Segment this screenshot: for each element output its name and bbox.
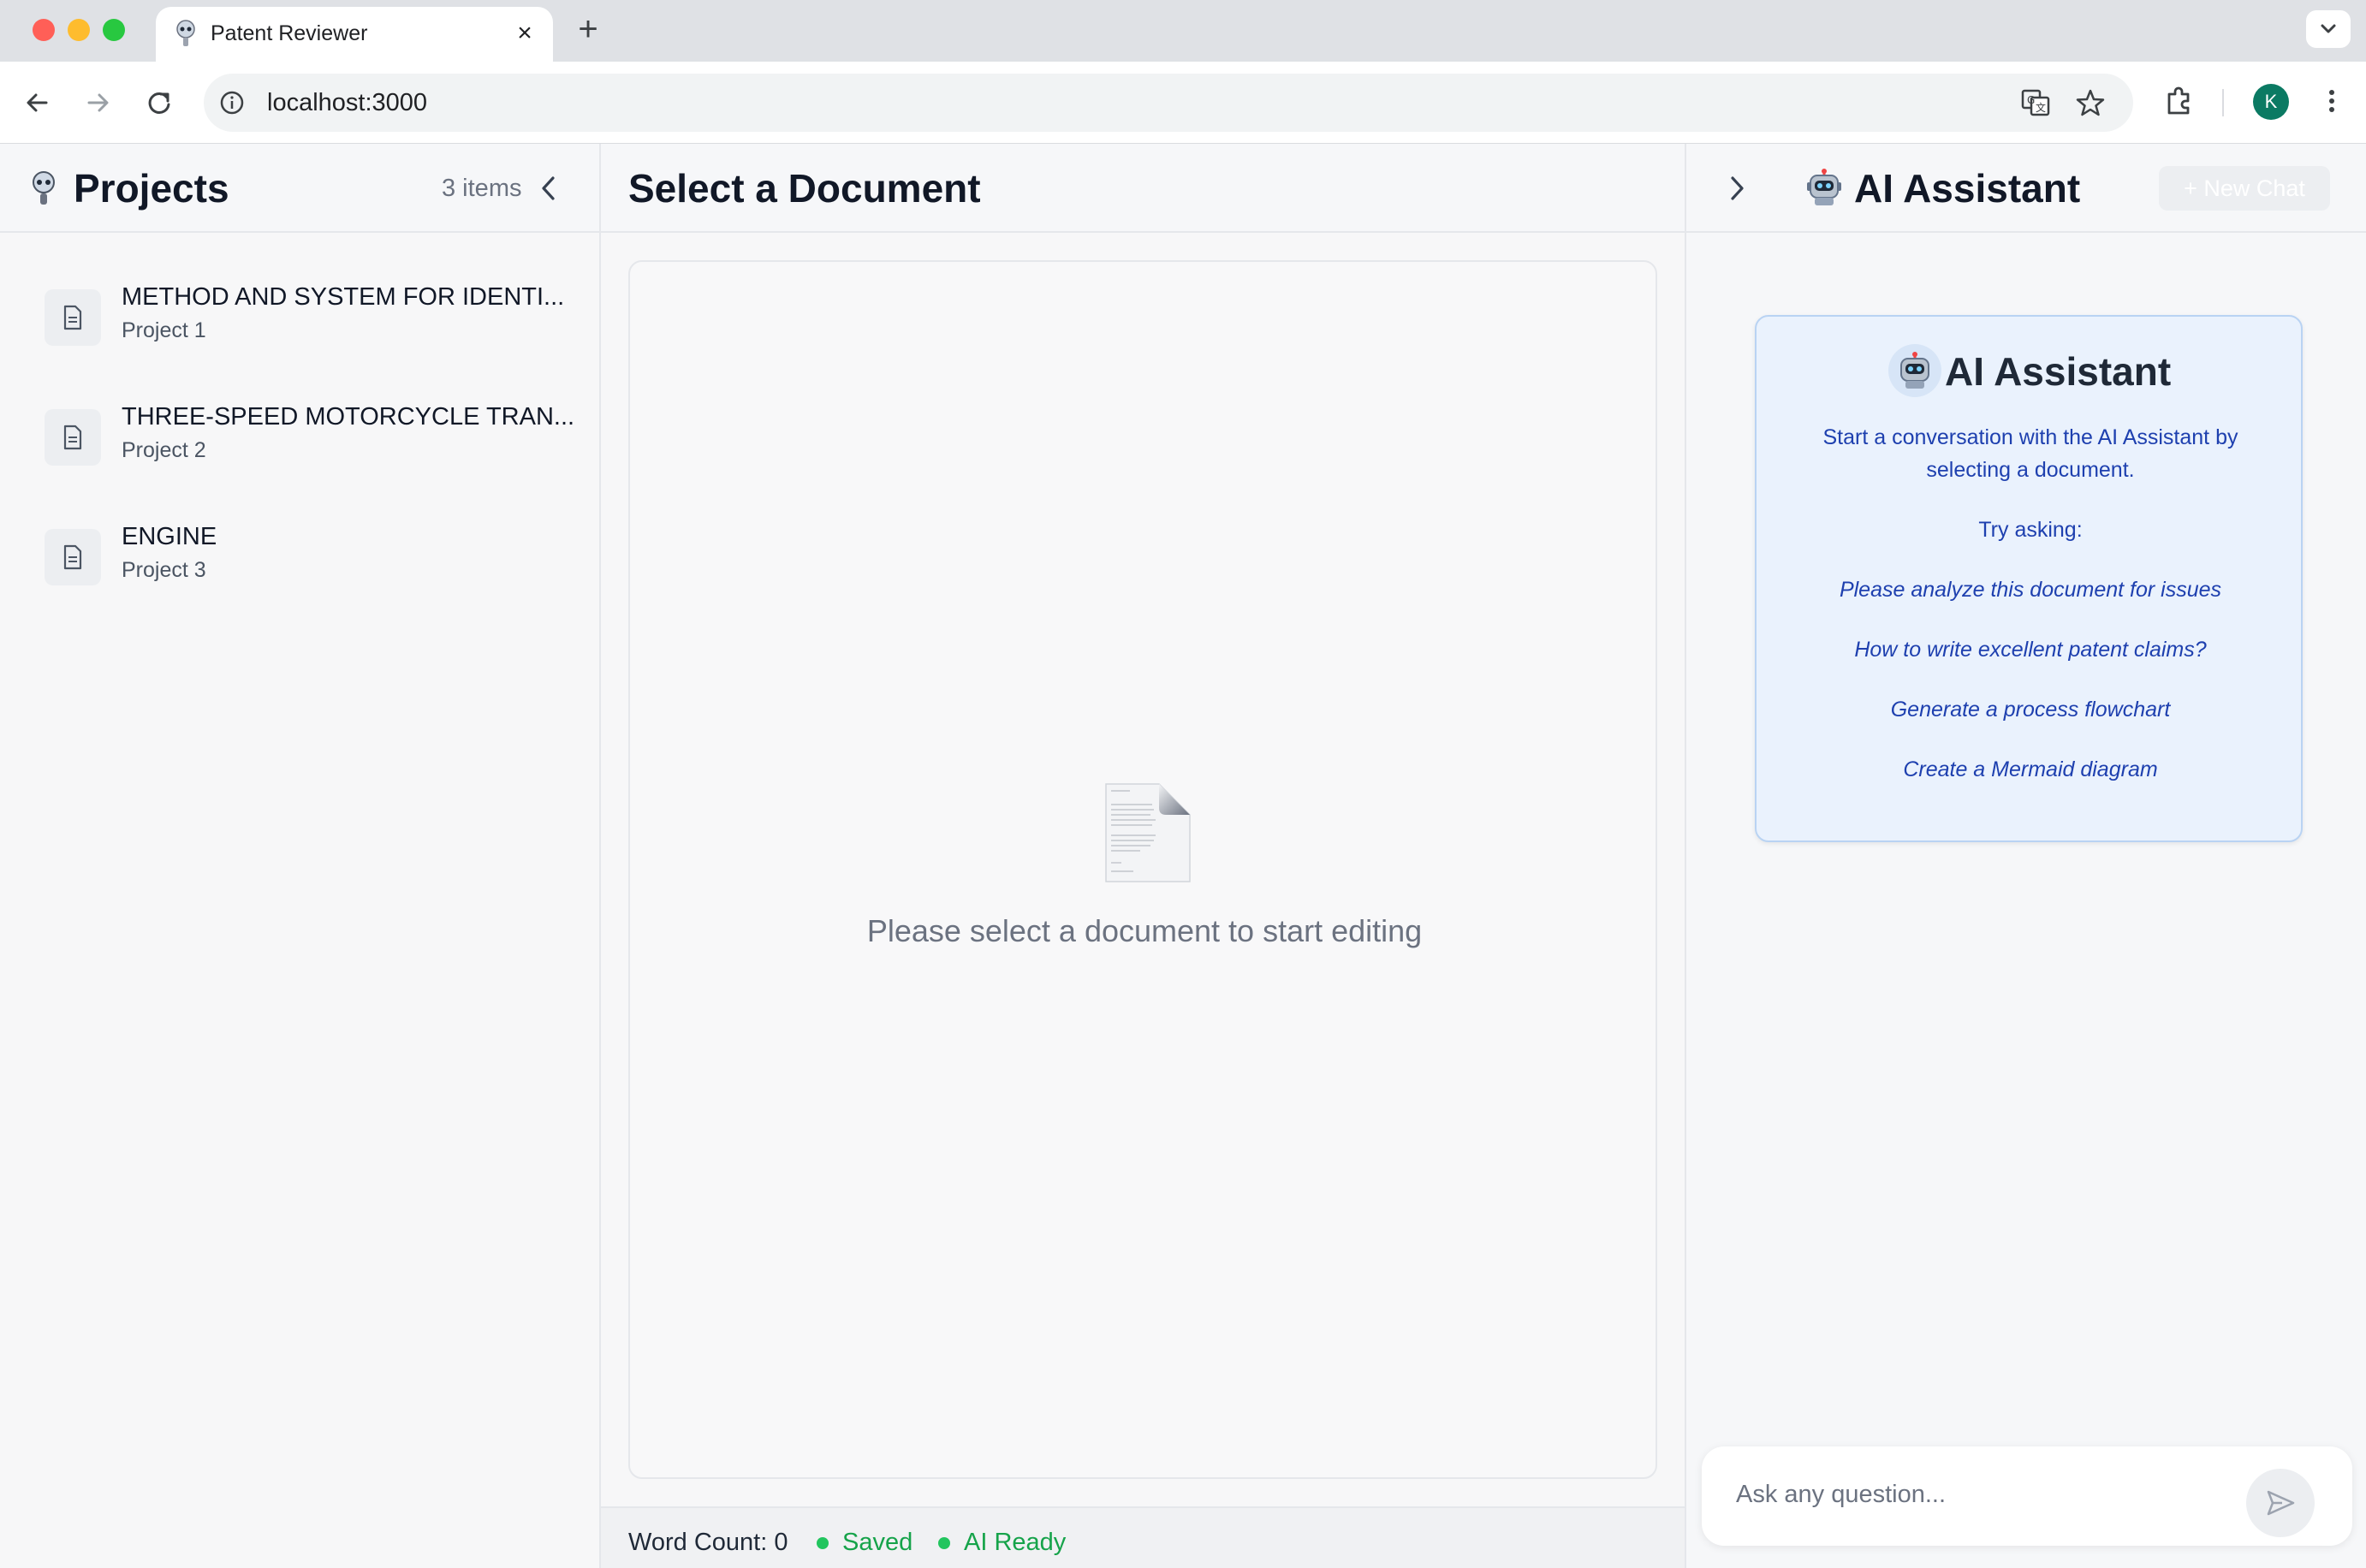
translate-icon[interactable]: G 文 (2020, 87, 2051, 118)
project-name: ENGINE (122, 523, 217, 550)
chevron-left-icon[interactable] (536, 173, 562, 204)
robot-icon (1807, 169, 1841, 205)
document-area: Please select a document to start editin… (628, 260, 1657, 1479)
tab-search-button[interactable] (2306, 10, 2351, 48)
send-button[interactable] (2246, 1469, 2315, 1537)
welcome-card: AI Assistant Start a conversation with t… (1755, 315, 2303, 842)
items-count: 3 items (442, 175, 522, 202)
chevron-right-icon[interactable] (1724, 173, 1750, 204)
ai-ready-status: AI Ready (964, 1529, 1067, 1556)
welcome-text: Start a conversation with the AI Assista… (1822, 425, 2238, 482)
chat-input-box[interactable]: Ask any question... (1702, 1446, 2352, 1546)
browser-tab-strip: Patent Reviewer × + (0, 0, 2366, 62)
document-icon (63, 425, 82, 450)
close-icon[interactable]: × (512, 21, 538, 46)
svg-text:文: 文 (2036, 101, 2046, 114)
app-logo-icon (33, 171, 55, 205)
robot-icon-badge (1888, 344, 1941, 397)
toolbar-divider (2222, 89, 2224, 116)
project-label: Project 3 (122, 558, 206, 582)
assistant-title: AI Assistant (1854, 166, 2081, 211)
chat-input-placeholder[interactable]: Ask any question... (1736, 1479, 1946, 1510)
tab-title: Patent Reviewer (211, 21, 368, 45)
project-item[interactable]: THREE-SPEED MOTORCYCLE TRAN... Project 2 (45, 401, 575, 486)
sidebar-header: Projects 3 items (0, 144, 599, 233)
maximize-window-button[interactable] (103, 19, 125, 41)
forward-icon[interactable] (79, 84, 116, 122)
send-icon (2267, 1490, 2295, 1516)
project-label: Project 1 (122, 318, 206, 342)
minimize-window-button[interactable] (68, 19, 90, 41)
close-window-button[interactable] (33, 19, 55, 41)
document-page-icon (1105, 783, 1191, 882)
document-icon (63, 305, 82, 330)
saved-status-dot (817, 1537, 829, 1549)
suggestion-prompt[interactable]: How to write excellent patent claims? (1757, 635, 2304, 664)
ai-status-dot (938, 1537, 950, 1549)
url-text[interactable]: localhost:3000 (267, 87, 427, 118)
star-icon[interactable] (2075, 87, 2106, 118)
assistant-header: AI Assistant + New Chat (1686, 144, 2366, 233)
extensions-icon[interactable] (2161, 82, 2198, 120)
suggestion-prompt[interactable]: Create a Mermaid diagram (1757, 755, 2304, 784)
project-item[interactable]: METHOD AND SYSTEM FOR IDENTI... Project … (45, 281, 575, 366)
profile-avatar[interactable]: K (2253, 84, 2289, 120)
project-item[interactable]: ENGINE Project 3 (45, 520, 575, 606)
browser-toolbar: localhost:3000 G 文 K (0, 62, 2366, 144)
svg-text:G: G (2027, 94, 2035, 106)
saved-status: Saved (842, 1529, 913, 1556)
empty-state-message: Please select a document to start editin… (866, 913, 1423, 948)
document-icon-box (45, 409, 101, 466)
document-icon-box (45, 529, 101, 585)
project-name: METHOD AND SYSTEM FOR IDENTI... (122, 283, 565, 311)
browser-tab[interactable]: Patent Reviewer × (156, 7, 553, 62)
projects-sidebar: Projects 3 items METHOD AND SYSTEM FOR I… (0, 144, 601, 1568)
robot-icon (1900, 352, 1929, 389)
ai-assistant-panel: AI Assistant + New Chat AI Assistant Sta… (1685, 144, 2366, 1568)
reload-icon[interactable] (140, 84, 178, 122)
editor-panel: Select a Document Please select a docume… (601, 144, 1685, 1568)
editor-title: Select a Document (628, 166, 981, 211)
plus-icon[interactable]: + (572, 12, 604, 46)
chevron-down-icon (2321, 24, 2336, 33)
more-icon[interactable] (2313, 82, 2351, 120)
new-chat-button[interactable]: + New Chat (2159, 166, 2330, 211)
favicon-icon (176, 20, 195, 46)
back-icon[interactable] (19, 84, 56, 122)
info-icon[interactable] (219, 90, 245, 116)
suggestion-prompt[interactable]: Generate a process flowchart (1757, 695, 2304, 724)
sidebar-title: Projects (74, 166, 229, 211)
try-asking-label: Try asking: (1978, 518, 2083, 542)
project-name: THREE-SPEED MOTORCYCLE TRAN... (122, 403, 575, 431)
word-count: Word Count: 0 (628, 1529, 788, 1556)
app-root: Projects 3 items METHOD AND SYSTEM FOR I… (0, 144, 2366, 1568)
address-bar[interactable]: localhost:3000 G 文 (204, 74, 2133, 132)
status-bar: Word Count: 0 Saved AI Ready (601, 1506, 1685, 1568)
document-icon (63, 544, 82, 570)
suggestion-prompt[interactable]: Please analyze this document for issues (1757, 575, 2304, 604)
welcome-title: AI Assistant (1945, 349, 2172, 394)
project-label: Project 2 (122, 438, 206, 462)
editor-header: Select a Document (601, 144, 1685, 233)
document-icon-box (45, 289, 101, 346)
